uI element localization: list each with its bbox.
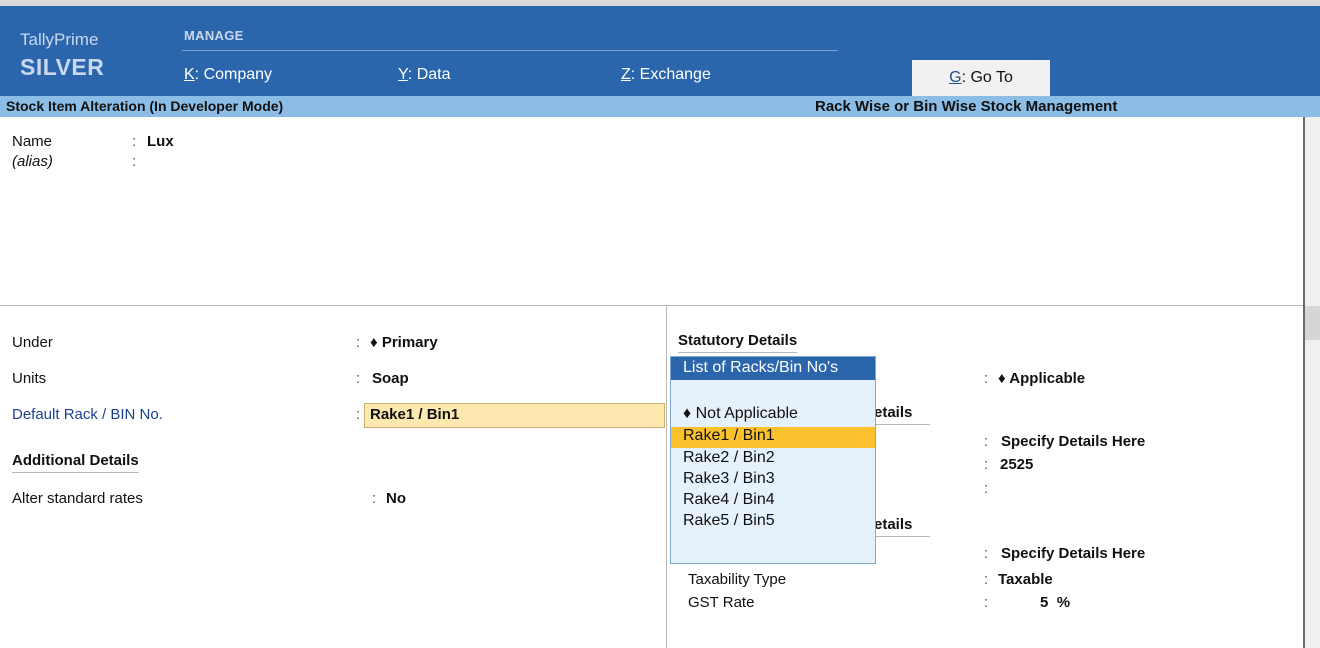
alter-rates-field[interactable]: No (386, 490, 406, 507)
specify-2-separator: : (984, 545, 989, 562)
name-field[interactable]: Lux (147, 133, 174, 150)
rack-option[interactable]: Rake2 / Bin2 (671, 449, 875, 470)
additional-details-heading: Additional Details (12, 452, 139, 473)
menu-exchange[interactable]: Z: Exchange (621, 66, 711, 84)
column-divider (666, 305, 667, 648)
statutory-details-heading: Statutory Details (678, 332, 798, 353)
details-heading-2: etails (874, 516, 930, 537)
menu-company-key: K (184, 66, 195, 83)
screen-title: Stock Item Alteration (In Developer Mode… (6, 98, 284, 114)
diamond-icon: ♦ (998, 370, 1006, 387)
rack-list-title: List of Racks/Bin No's (671, 357, 875, 380)
alias-label: (alias) (12, 153, 53, 170)
under-value: Primary (381, 334, 438, 351)
details-heading-1: etails (874, 404, 930, 425)
under-separator: : (356, 334, 361, 351)
taxability-label: Taxability Type (688, 571, 787, 588)
screen-title-bar: Stock Item Alteration (In Developer Mode… (0, 96, 1320, 117)
applicable-value: Applicable (1009, 370, 1086, 387)
screen-subtitle: Rack Wise or Bin Wise Stock Management (815, 98, 1118, 115)
under-field[interactable]: ♦ Primary (370, 334, 438, 351)
default-rack-label: Default Rack / BIN No. (12, 406, 163, 423)
specify-1-separator: : (984, 433, 989, 450)
menu-colon: : (630, 66, 640, 83)
rack-option-selected[interactable]: Rake1 / Bin1 (671, 427, 875, 448)
menu-colon: : (407, 66, 417, 83)
units-label: Units (12, 370, 47, 387)
diamond-icon: ♦ (683, 405, 692, 422)
gst-rate-label: GST Rate (688, 594, 755, 611)
rack-option-label: Not Applicable (695, 405, 798, 422)
alias-separator: : (132, 153, 137, 170)
specify-details-1[interactable]: Specify Details Here (1001, 433, 1145, 450)
manage-group-label: MANAGE (184, 28, 244, 43)
blank-separator: : (984, 480, 989, 497)
gst-rate-separator: : (984, 594, 989, 611)
brand-edition: SILVER (20, 54, 105, 80)
gst-rate-field[interactable]: 5 % (1040, 594, 1070, 611)
rack-separator: : (356, 406, 361, 423)
scrollbar-thumb[interactable] (1305, 306, 1320, 340)
menu-data[interactable]: Y: Data (398, 66, 450, 84)
diamond-icon: ♦ (370, 334, 378, 351)
goto-colon: : (961, 69, 971, 86)
vertical-scrollbar[interactable] (1303, 117, 1320, 648)
section-divider (0, 305, 1305, 306)
alter-rates-separator: : (372, 490, 377, 507)
rack-option[interactable]: Rake5 / Bin5 (671, 512, 875, 533)
default-rack-value: Rake1 / Bin1 (370, 406, 460, 423)
menu-company[interactable]: K: Company (184, 66, 272, 84)
menu-data-key: Y (398, 66, 408, 83)
menu-colon: : (194, 66, 204, 83)
goto-label: Go To (970, 69, 1013, 86)
rack-option[interactable]: Rake3 / Bin3 (671, 470, 875, 491)
taxability-separator: : (984, 571, 989, 588)
alter-rates-label: Alter standard rates (12, 490, 143, 507)
taxability-field[interactable]: Taxable (998, 571, 1053, 588)
units-field[interactable]: Soap (372, 370, 409, 387)
name-separator: : (132, 133, 137, 150)
gst-rate-unit: % (1056, 594, 1071, 611)
applicable-field[interactable]: ♦ Applicable (998, 370, 1085, 387)
units-separator: : (356, 370, 361, 387)
rack-option[interactable]: Rake4 / Bin4 (671, 491, 875, 512)
rack-option-not-applicable[interactable]: ♦ Not Applicable (671, 405, 875, 426)
menu-company-label: Company (203, 66, 273, 83)
goto-key: G (949, 69, 962, 86)
manage-divider (182, 50, 838, 51)
code-field[interactable]: 2525 (1000, 456, 1033, 473)
gst-rate-value: 5 (1040, 594, 1049, 611)
specify-details-2[interactable]: Specify Details Here (1001, 545, 1145, 562)
brand-name: TallyPrime (20, 30, 99, 49)
rack-list-popup: List of Racks/Bin No's ♦ Not Applicable … (670, 356, 876, 564)
top-header: TallyPrime SILVER MANAGE K: Company Y: D… (0, 0, 1320, 96)
menu-exchange-key: Z (621, 66, 631, 83)
menu-data-label: Data (416, 66, 451, 83)
applicable-separator: : (984, 370, 989, 387)
goto-button[interactable]: G: Go To (912, 60, 1050, 96)
menu-exchange-label: Exchange (639, 66, 711, 83)
under-label: Under (12, 334, 53, 351)
code-separator: : (984, 456, 989, 473)
name-label: Name (12, 133, 53, 150)
